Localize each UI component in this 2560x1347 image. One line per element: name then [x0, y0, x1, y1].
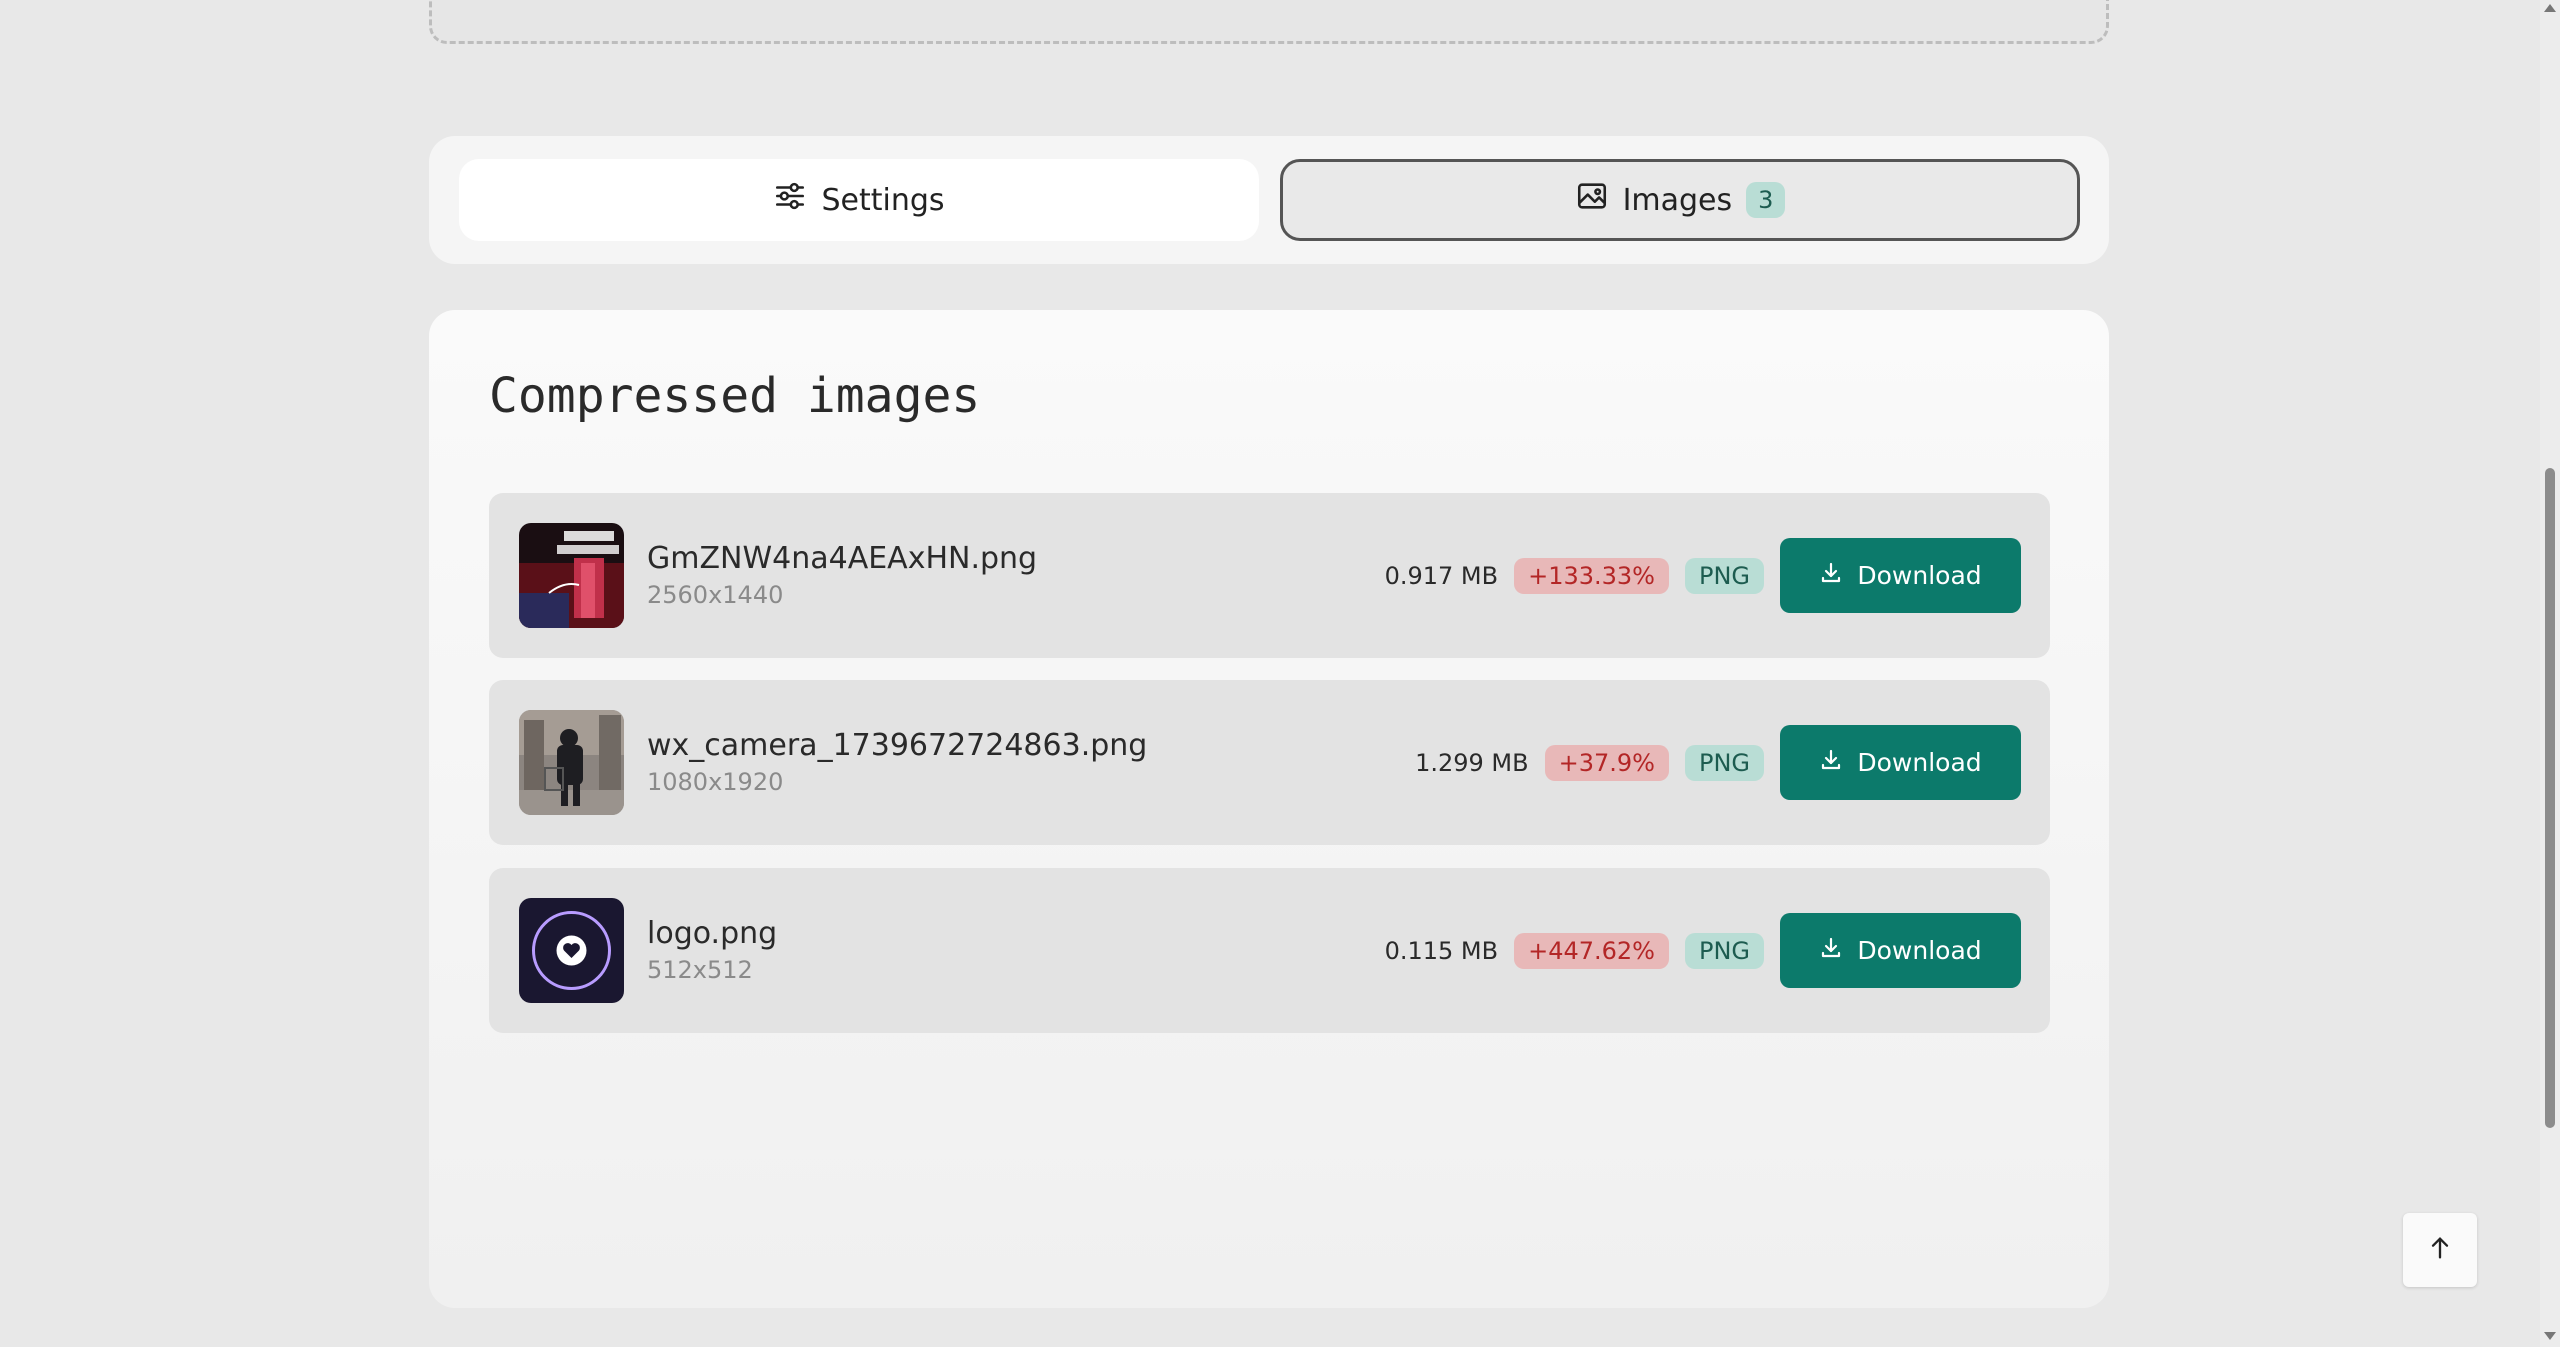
file-size: 0.115 MB: [1384, 936, 1499, 965]
arrow-up-icon: [2426, 1234, 2454, 1266]
download-icon: [1819, 748, 1843, 778]
image-row: GmZNW4na4AEAxHN.png 2560x1440 0.917 MB +…: [489, 493, 2050, 658]
file-size: 0.917 MB: [1384, 561, 1499, 590]
file-name: wx_camera_1739672724863.png: [647, 728, 1148, 763]
page-scrollbar[interactable]: [2540, 0, 2560, 1347]
file-dimensions: 1080x1920: [647, 768, 784, 796]
file-dimensions: 512x512: [647, 956, 753, 984]
image-thumbnail: [519, 523, 624, 628]
image-row: logo.png 512x512 0.115 MB +447.62% PNG D…: [489, 868, 2050, 1033]
scrollbar-thumb[interactable]: [2545, 468, 2555, 1128]
size-change-badge: +447.62%: [1514, 932, 1669, 969]
file-size: 1.299 MB: [1415, 748, 1529, 777]
format-badge: PNG: [1684, 557, 1764, 594]
download-label: Download: [1857, 936, 1982, 965]
file-name: logo.png: [647, 916, 778, 951]
file-dimensions: 2560x1440: [647, 581, 784, 609]
panel-title: Compressed images: [489, 368, 981, 424]
images-count-badge: 3: [1746, 182, 1786, 218]
view-tabs: Settings Images 3: [429, 136, 2109, 264]
scroll-to-top-button[interactable]: [2403, 1213, 2477, 1287]
format-badge: PNG: [1684, 932, 1764, 969]
image-thumbnail: [519, 710, 624, 815]
size-change-badge: +37.9%: [1544, 744, 1669, 781]
file-name: GmZNW4na4AEAxHN.png: [647, 541, 1038, 576]
scroll-down-arrow-icon[interactable]: [2544, 1332, 2556, 1340]
download-button[interactable]: Download: [1780, 725, 2021, 800]
download-label: Download: [1857, 561, 1982, 590]
tab-settings-label: Settings: [821, 182, 945, 218]
compressed-images-panel: Compressed images GmZNW4na4AEAxHN.png 25…: [429, 310, 2109, 1308]
sliders-icon: [773, 179, 807, 221]
tab-images-label: Images: [1622, 182, 1733, 218]
size-change-badge: +133.33%: [1514, 557, 1669, 594]
download-label: Download: [1857, 748, 1982, 777]
scroll-up-arrow-icon[interactable]: [2544, 4, 2556, 12]
download-button[interactable]: Download: [1780, 913, 2021, 988]
tab-images[interactable]: Images 3: [1280, 159, 2080, 241]
upload-dropzone[interactable]: [429, 0, 2109, 44]
image-icon: [1575, 179, 1609, 221]
download-button[interactable]: Download: [1780, 538, 2021, 613]
image-row: wx_camera_1739672724863.png 1080x1920 1.…: [489, 680, 2050, 845]
format-badge: PNG: [1684, 744, 1764, 781]
download-icon: [1819, 936, 1843, 966]
download-icon: [1819, 561, 1843, 591]
image-thumbnail: [519, 898, 624, 1003]
tab-settings[interactable]: Settings: [459, 159, 1259, 241]
